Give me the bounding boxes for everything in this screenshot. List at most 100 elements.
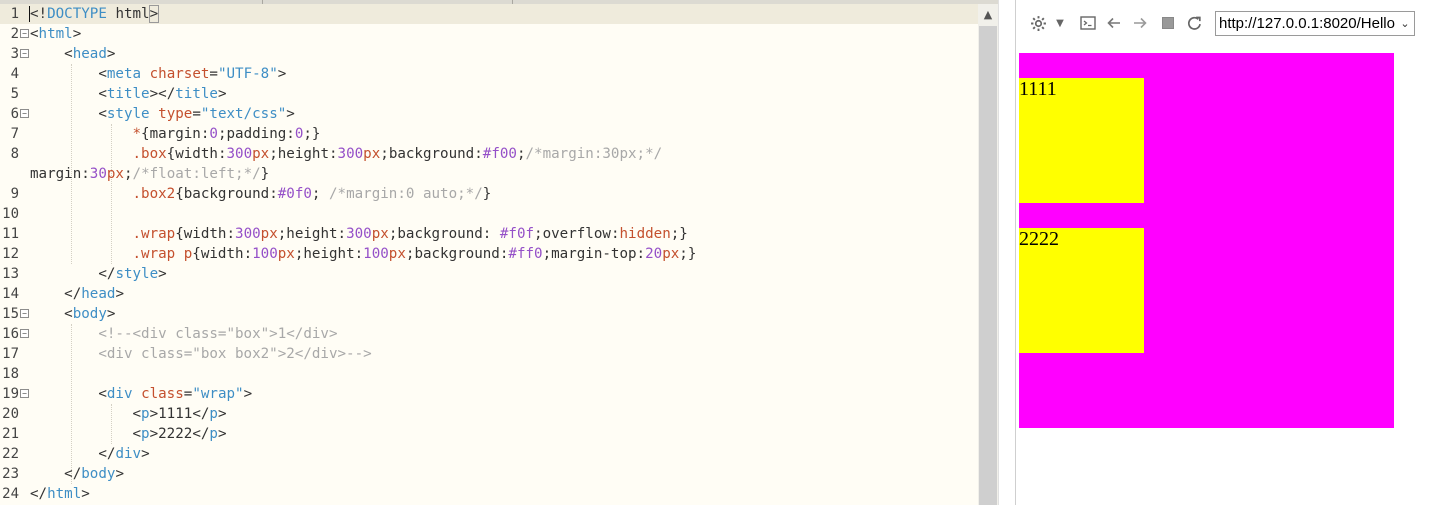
- code-text[interactable]: .box2{background:#0f0; /*margin:0 auto;*…: [30, 184, 492, 204]
- fold-toggle-icon[interactable]: −: [20, 389, 29, 398]
- page-viewport: 1111 2222: [1016, 46, 1429, 505]
- line-number: 1: [10, 6, 19, 22]
- code-text[interactable]: *{margin:0;padding:0;}: [30, 124, 321, 144]
- code-text[interactable]: <!DOCTYPE html>: [29, 4, 160, 24]
- code-text[interactable]: </body>: [30, 464, 124, 484]
- fold-toggle-icon[interactable]: −: [20, 309, 29, 318]
- code-line[interactable]: 22 </div>: [0, 444, 978, 464]
- caret-down-icon[interactable]: ▼: [1053, 12, 1067, 34]
- code-text[interactable]: </head>: [30, 284, 124, 304]
- code-text[interactable]: </html>: [30, 484, 90, 504]
- code-text[interactable]: <p>2222</p>: [30, 424, 227, 444]
- code-line[interactable]: 10: [0, 204, 978, 224]
- code-text[interactable]: </div>: [30, 444, 149, 464]
- line-number: 24: [2, 486, 19, 502]
- code-editor[interactable]: 1 <!DOCTYPE html> 2− <html> 3− <head> 4 <meta…: [0, 0, 1000, 505]
- wrap-div: 1111 2222: [1019, 53, 1394, 428]
- fold-toggle-icon[interactable]: −: [20, 329, 29, 338]
- chevron-down-icon[interactable]: ⌄: [1396, 12, 1414, 35]
- line-number: 4: [10, 66, 19, 82]
- fold-toggle-icon[interactable]: −: [20, 109, 29, 118]
- code-line[interactable]: 9 .box2{background:#0f0; /*margin:0 auto…: [0, 184, 978, 204]
- line-number: 9: [10, 186, 19, 202]
- code-line[interactable]: 11 .wrap{width:300px;height:300px;backgr…: [0, 224, 978, 244]
- paragraph-2222: 2222: [1019, 228, 1144, 353]
- code-line[interactable]: 5 <title></title>: [0, 84, 978, 104]
- line-number: 14: [2, 286, 19, 302]
- code-area[interactable]: 1 <!DOCTYPE html> 2− <html> 3− <head> 4 <meta…: [0, 4, 978, 505]
- code-line[interactable]: margin:30px;/*float:left;*/}: [0, 164, 978, 184]
- code-line[interactable]: 24 </html>: [0, 484, 978, 504]
- code-line[interactable]: 4 <meta charset="UTF-8">: [0, 64, 978, 84]
- line-number: 16: [2, 326, 19, 342]
- code-line[interactable]: 13 </style>: [0, 264, 978, 284]
- arrow-left-icon[interactable]: [1104, 12, 1124, 34]
- browser-toolbar: ▼ http://127.0.0.1:8020/HelloHBuilder/in…: [1016, 0, 1429, 46]
- gear-icon[interactable]: [1028, 12, 1048, 34]
- fold-toggle-icon[interactable]: −: [20, 29, 29, 38]
- code-line[interactable]: 7 *{margin:0;padding:0;}: [0, 124, 978, 144]
- code-line[interactable]: 19− <div class="wrap">: [0, 384, 978, 404]
- browser-preview: ▼ http://127.0.0.1:8020/HelloHBuilder/in…: [1016, 0, 1429, 505]
- line-number: 10: [2, 206, 19, 222]
- line-number: 3: [10, 46, 19, 62]
- scroll-up-arrow-icon[interactable]: ▲: [978, 4, 998, 26]
- line-number: 18: [2, 366, 19, 382]
- code-text[interactable]: <style type="text/css">: [30, 104, 295, 124]
- line-number: 19: [2, 386, 19, 402]
- code-text[interactable]: .wrap p{width:100px;height:100px;backgro…: [30, 244, 697, 264]
- line-number: 5: [10, 86, 19, 102]
- code-text[interactable]: .wrap{width:300px;height:300px;backgroun…: [30, 224, 688, 244]
- code-text[interactable]: margin:30px;/*float:left;*/}: [30, 164, 269, 184]
- code-text[interactable]: <div class="box box2">2</div>-->: [30, 344, 371, 364]
- code-line[interactable]: 3− <head>: [0, 44, 978, 64]
- reload-icon[interactable]: [1184, 12, 1204, 34]
- line-number: 8: [10, 146, 19, 162]
- code-line[interactable]: 18: [0, 364, 978, 384]
- fold-toggle-icon[interactable]: −: [20, 49, 29, 58]
- line-number: 13: [2, 266, 19, 282]
- code-line[interactable]: 21 <p>2222</p>: [0, 424, 978, 444]
- terminal-icon[interactable]: [1078, 12, 1098, 34]
- code-text[interactable]: <html>: [30, 24, 81, 44]
- code-line[interactable]: 23 </body>: [0, 464, 978, 484]
- code-text[interactable]: <body>: [30, 304, 115, 324]
- address-bar[interactable]: http://127.0.0.1:8020/HelloHBuilder/inde…: [1215, 11, 1415, 36]
- scrollbar-thumb[interactable]: [979, 26, 997, 505]
- line-number: 2: [10, 26, 19, 42]
- line-number: 23: [2, 466, 19, 482]
- code-line[interactable]: 2− <html>: [0, 24, 978, 44]
- url-text[interactable]: http://127.0.0.1:8020/HelloHBuilder/inde…: [1219, 12, 1414, 35]
- pane-splitter[interactable]: [998, 0, 1016, 505]
- line-number: 12: [2, 246, 19, 262]
- stop-icon[interactable]: [1159, 12, 1177, 34]
- code-line[interactable]: 6− <style type="text/css">: [0, 104, 978, 124]
- paragraph-1111: 1111: [1019, 78, 1144, 203]
- code-text[interactable]: <div class="wrap">: [30, 384, 252, 404]
- line-number: 7: [10, 126, 19, 142]
- code-text[interactable]: <meta charset="UTF-8">: [30, 64, 286, 84]
- code-text[interactable]: .box{width:300px;height:300px;background…: [30, 144, 663, 164]
- code-line[interactable]: 15− <body>: [0, 304, 978, 324]
- code-text[interactable]: <head>: [30, 44, 115, 64]
- line-number: 21: [2, 426, 19, 442]
- code-line[interactable]: 8 .box{width:300px;height:300px;backgrou…: [0, 144, 978, 164]
- code-line[interactable]: 1 <!DOCTYPE html>: [0, 4, 978, 24]
- code-line[interactable]: 17 <div class="box box2">2</div>-->: [0, 344, 978, 364]
- code-line[interactable]: 14 </head>: [0, 284, 978, 304]
- line-number: 11: [2, 226, 19, 242]
- line-number: 6: [10, 106, 19, 122]
- code-text[interactable]: </style>: [30, 264, 166, 284]
- line-number: 15: [2, 306, 19, 322]
- code-line[interactable]: 12 .wrap p{width:100px;height:100px;back…: [0, 244, 978, 264]
- code-line[interactable]: 20 <p>1111</p>: [0, 404, 978, 424]
- line-number: 22: [2, 446, 19, 462]
- code-text[interactable]: <title></title>: [30, 84, 226, 104]
- code-line[interactable]: 16− <!--<div class="box">1</div>: [0, 324, 978, 344]
- code-text[interactable]: <!--<div class="box">1</div>: [30, 324, 337, 344]
- code-text[interactable]: <p>1111</p>: [30, 404, 227, 424]
- line-number: 20: [2, 406, 19, 422]
- arrow-right-icon[interactable]: [1130, 12, 1150, 34]
- vertical-scrollbar[interactable]: ▲: [978, 4, 998, 505]
- line-number: 17: [2, 346, 19, 362]
